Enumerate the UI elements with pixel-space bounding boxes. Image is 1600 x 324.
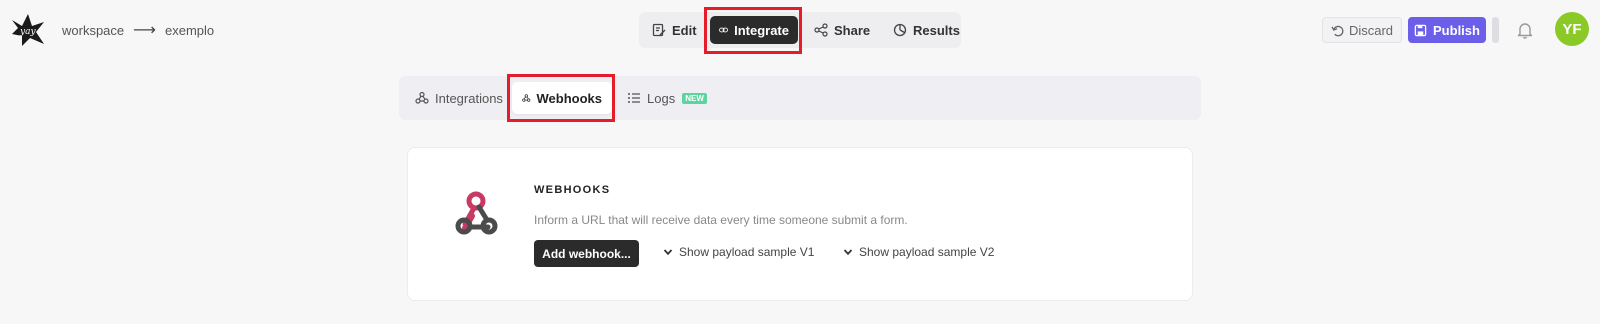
breadcrumb-form-name[interactable]: exemplo — [165, 23, 214, 38]
add-webhook-button[interactable]: Add webhook... — [534, 240, 639, 267]
chevron-down-icon — [843, 249, 853, 256]
tab-results[interactable]: Results — [884, 16, 969, 44]
publish-button[interactable]: Publish — [1408, 17, 1486, 43]
payload-v1-label: Show payload sample V1 — [679, 245, 815, 259]
payload-v2-label: Show payload sample V2 — [859, 245, 995, 259]
highlight-integrate-tab — [704, 7, 802, 54]
undo-icon — [1331, 25, 1344, 36]
tab-share-label: Share — [834, 22, 871, 38]
card-title: WEBHOOKS — [534, 184, 611, 196]
tab-share[interactable]: Share — [805, 16, 879, 44]
tab-edit[interactable]: Edit — [643, 16, 706, 44]
webhook-logo-icon — [455, 191, 498, 235]
user-avatar[interactable]: YF — [1555, 12, 1589, 46]
chevron-down-icon — [663, 249, 673, 256]
webhooks-card: WEBHOOKS Inform a URL that will receive … — [407, 147, 1193, 301]
svg-text:yay: yay — [19, 27, 36, 37]
share-icon — [814, 23, 828, 37]
new-badge: NEW — [682, 92, 707, 104]
edit-icon — [652, 23, 666, 37]
breadcrumb-workspace[interactable]: workspace — [62, 23, 124, 38]
publish-label: Publish — [1433, 22, 1480, 38]
tab-edit-label: Edit — [672, 22, 697, 38]
integrations-icon — [415, 91, 429, 104]
breadcrumb-arrow-icon: ⟶ — [133, 22, 156, 39]
header-divider — [1492, 17, 1499, 43]
bell-icon[interactable] — [1515, 20, 1535, 40]
card-description: Inform a URL that will receive data ever… — [534, 213, 908, 227]
discard-button[interactable]: Discard — [1322, 17, 1402, 43]
yay-logo[interactable]: yay — [10, 12, 46, 48]
subtab-logs[interactable]: Logs NEW — [617, 82, 717, 114]
list-icon — [628, 93, 640, 103]
save-icon — [1414, 24, 1427, 36]
discard-label: Discard — [1348, 22, 1394, 38]
subtab-logs-label: Logs — [647, 90, 676, 106]
tab-results-label: Results — [913, 22, 960, 38]
show-payload-v2-toggle[interactable]: Show payload sample V2 — [843, 245, 994, 259]
highlight-webhooks-tab — [507, 74, 615, 122]
results-icon — [893, 23, 907, 37]
subtab-integrations[interactable]: Integrations — [405, 82, 513, 114]
subtab-integrations-label: Integrations — [435, 90, 503, 106]
show-payload-v1-toggle[interactable]: Show payload sample V1 — [663, 245, 814, 259]
